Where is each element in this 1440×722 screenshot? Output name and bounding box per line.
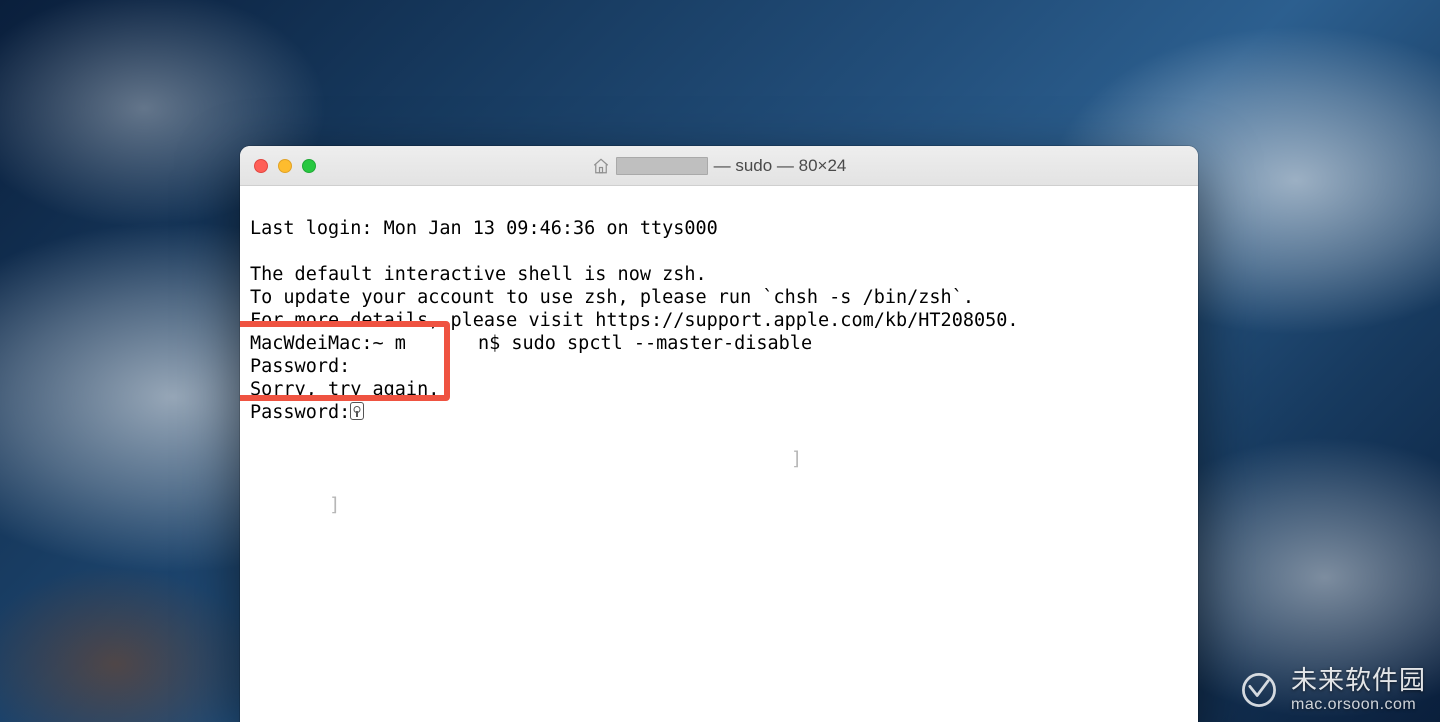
terminal-window: — sudo — 80×24 Last login: Mon Jan 13 09… bbox=[240, 146, 1198, 722]
key-icon bbox=[350, 402, 364, 420]
window-title-redacted bbox=[616, 157, 708, 175]
password-prompt-1: Password:] bbox=[250, 356, 350, 377]
minimize-button[interactable] bbox=[278, 159, 292, 173]
term-line: For more details, please visit https://s… bbox=[250, 310, 1019, 331]
window-title-suffix: — sudo — 80×24 bbox=[714, 156, 847, 176]
error-line: Sorry, try again. bbox=[250, 379, 439, 400]
prompt-user-redacted bbox=[406, 334, 478, 352]
watermark-url: mac.orsoon.com bbox=[1291, 696, 1426, 714]
term-line: To update your account to use zsh, pleas… bbox=[250, 287, 974, 308]
watermark-logo-icon bbox=[1237, 668, 1281, 712]
prompt-line: MacWdeiMac:~ m n$ sudo spctl --master-dis… bbox=[250, 333, 812, 354]
bracket-hint: ] bbox=[329, 494, 340, 517]
zoom-button[interactable] bbox=[302, 159, 316, 173]
close-button[interactable] bbox=[254, 159, 268, 173]
command-text: sudo spctl --master-disable bbox=[511, 333, 812, 354]
watermark-title: 未来软件园 bbox=[1291, 666, 1426, 696]
password-label: Password: bbox=[250, 402, 350, 423]
bracket-hint: ] bbox=[791, 448, 802, 471]
prompt-prefix: MacWdeiMac:~ m bbox=[250, 333, 406, 354]
watermark-text: 未来软件园 mac.orsoon.com bbox=[1291, 666, 1426, 714]
term-line: Last login: Mon Jan 13 09:46:36 on ttys0… bbox=[250, 218, 718, 239]
watermark: 未来软件园 mac.orsoon.com bbox=[1237, 666, 1426, 714]
prompt-suffix: n$ bbox=[478, 333, 511, 354]
password-label: Password: bbox=[250, 356, 350, 377]
home-icon bbox=[592, 157, 610, 175]
password-prompt-2: Password: bbox=[250, 402, 364, 423]
window-title: — sudo — 80×24 bbox=[240, 156, 1198, 176]
term-line: The default interactive shell is now zsh… bbox=[250, 264, 707, 285]
terminal-body[interactable]: Last login: Mon Jan 13 09:46:36 on ttys0… bbox=[240, 186, 1198, 722]
window-titlebar[interactable]: — sudo — 80×24 bbox=[240, 146, 1198, 186]
traffic-lights bbox=[240, 159, 316, 173]
